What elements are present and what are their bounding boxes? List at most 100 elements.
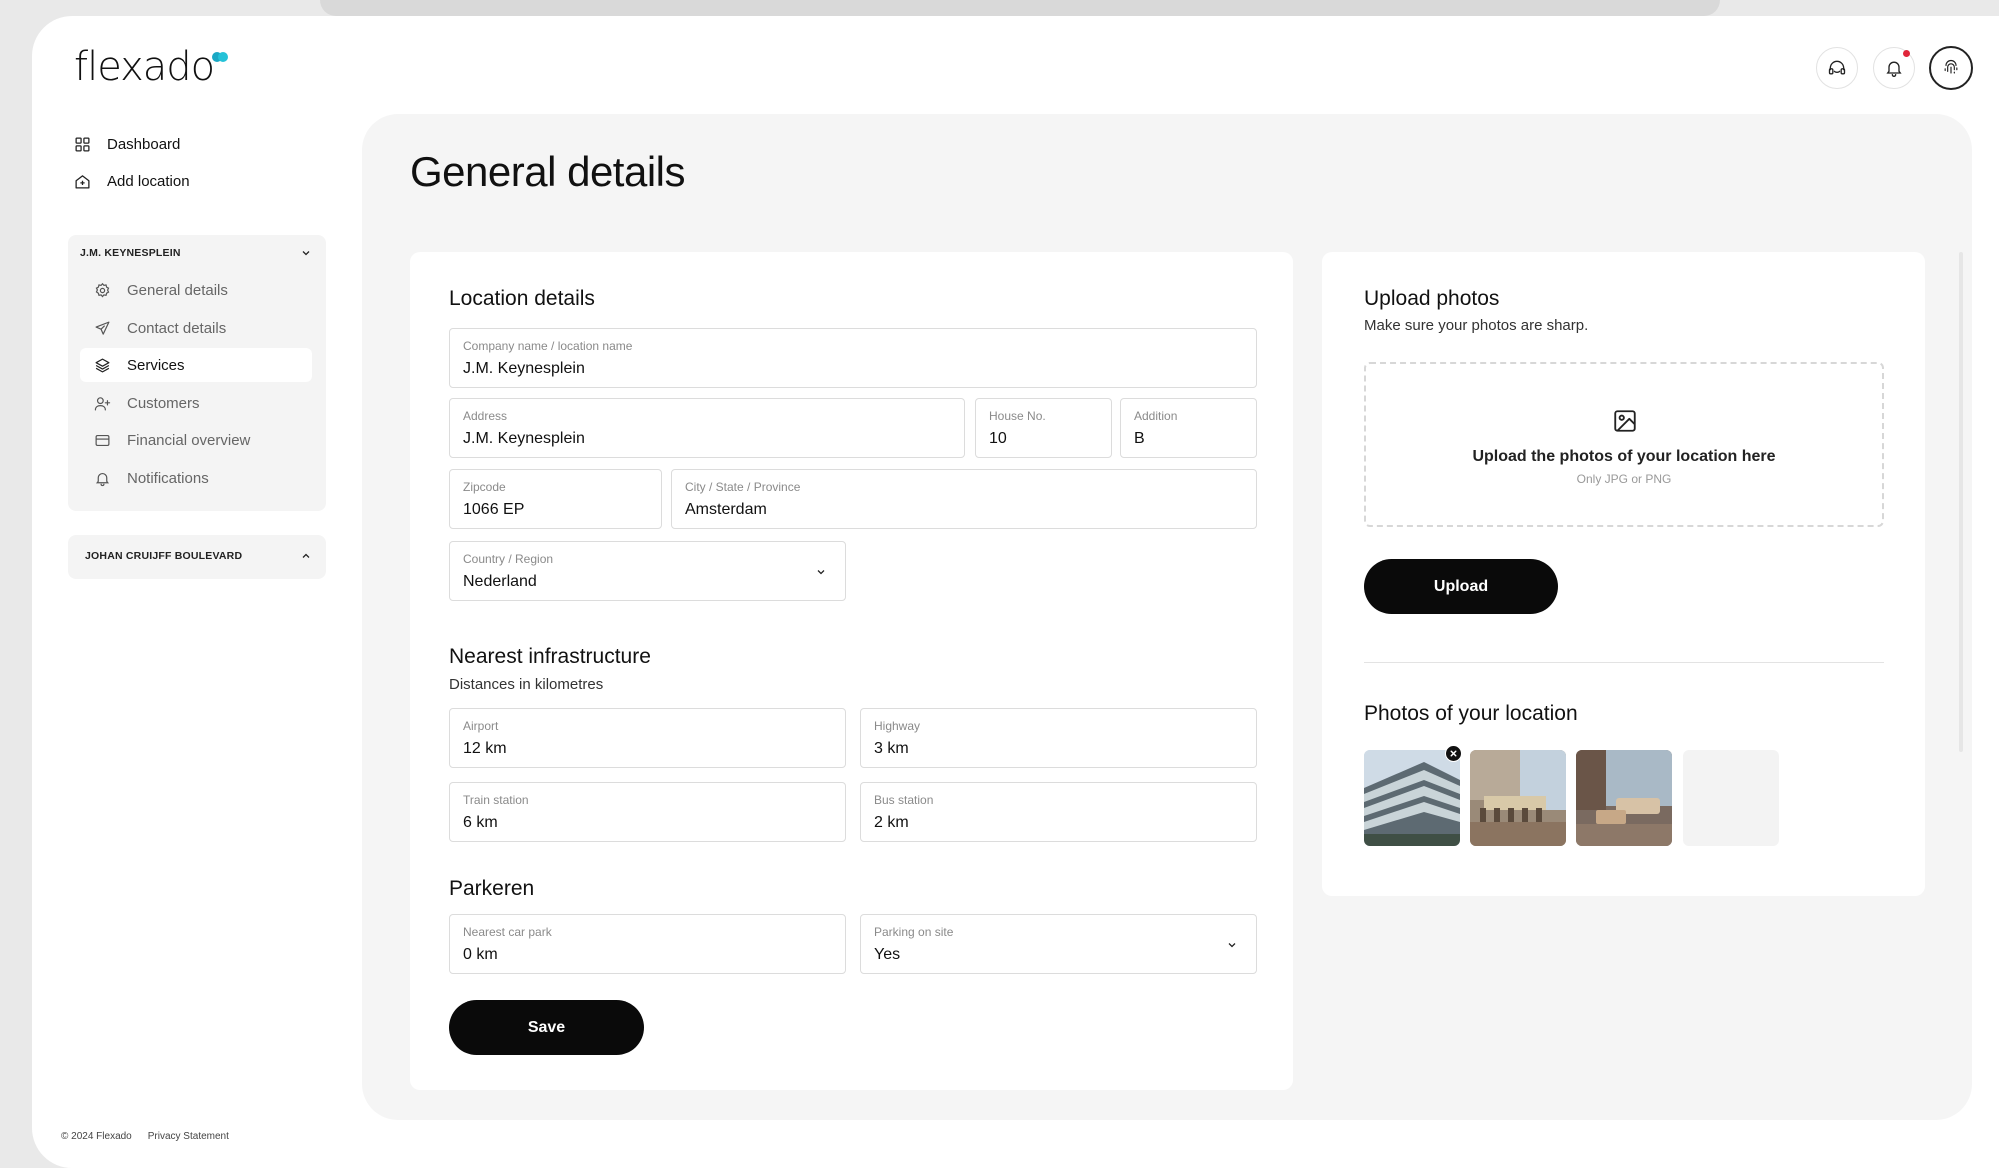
- infrastructure-subtitle: Distances in kilometres: [449, 676, 604, 693]
- field-value: 10: [989, 430, 1007, 447]
- scrollbar[interactable]: [1959, 252, 1963, 752]
- gear-icon: [95, 282, 110, 297]
- support-button[interactable]: [1816, 47, 1858, 89]
- fingerprint-icon: [1944, 59, 1958, 74]
- address-field[interactable]: Address J.M. Keynesplein: [449, 398, 965, 458]
- notification-dot: [1903, 50, 1910, 57]
- group-title: JOHAN CRUIJFF BOULEVARD: [85, 550, 243, 562]
- notifications-button[interactable]: [1873, 47, 1915, 89]
- dropzone-text: Upload the photos of your location here: [1472, 448, 1776, 465]
- home-plus-icon: [75, 175, 90, 189]
- airport-field[interactable]: Airport 12 km: [449, 708, 846, 768]
- country-select[interactable]: Country / Region Nederland: [449, 541, 846, 601]
- house-number-field[interactable]: House No. 10: [975, 398, 1112, 458]
- field-label: Nearest car park: [463, 925, 552, 939]
- nav-dashboard-label: Dashboard: [107, 136, 181, 153]
- logo-mark-icon: [212, 52, 230, 62]
- upload-title: Upload photos: [1364, 287, 1500, 310]
- profile-button[interactable]: [1929, 46, 1973, 90]
- logo[interactable]: flexado: [74, 44, 215, 90]
- field-value: 6 km: [463, 814, 498, 831]
- zipcode-field[interactable]: Zipcode 1066 EP: [449, 469, 662, 529]
- field-label: Addition: [1134, 409, 1178, 423]
- page-title: General details: [410, 148, 686, 195]
- location-group-cruijff[interactable]: JOHAN CRUIJFF BOULEVARD: [68, 535, 326, 579]
- field-value: Yes: [874, 946, 901, 963]
- field-value: J.M. Keynesplein: [463, 360, 585, 377]
- photo-thumbnail[interactable]: [1470, 750, 1566, 846]
- sidebar-item-services[interactable]: Services: [80, 348, 312, 382]
- field-label: Company name / location name: [463, 339, 633, 353]
- nav-dashboard[interactable]: Dashboard: [74, 136, 180, 153]
- footer: © 2024 Flexado Privacy Statement: [61, 1131, 229, 1142]
- chevron-down-icon: [1228, 943, 1236, 948]
- field-label: Train station: [463, 793, 529, 807]
- copyright: © 2024 Flexado: [61, 1131, 132, 1142]
- sidebar-item-label: Customers: [127, 394, 200, 412]
- sidebar-item-contact-details[interactable]: Contact details: [80, 311, 312, 345]
- group-title: J.M. KEYNESPLEIN: [80, 247, 181, 259]
- field-label: Country / Region: [463, 552, 554, 566]
- headset-icon: [1828, 60, 1846, 75]
- addition-field[interactable]: Addition B: [1120, 398, 1257, 458]
- group-header[interactable]: J.M. KEYNESPLEIN: [80, 247, 312, 259]
- bus-station-field[interactable]: Bus station 2 km: [860, 782, 1257, 842]
- sidebar-item-financial-overview[interactable]: Financial overview: [80, 423, 312, 457]
- sidebar-item-label: Services: [127, 356, 185, 374]
- sidebar-item-general-details[interactable]: General details: [80, 273, 312, 307]
- divider: [1364, 662, 1884, 663]
- field-value: 3 km: [874, 740, 909, 757]
- sidebar-item-label: Notifications: [127, 469, 209, 487]
- credit-card-icon: [95, 434, 110, 446]
- image-icon: [1614, 410, 1636, 432]
- field-label: Parking on site: [874, 925, 954, 939]
- field-value: 12 km: [463, 740, 507, 757]
- field-label: Address: [463, 409, 508, 423]
- dropzone-hint: Only JPG or PNG: [1576, 472, 1672, 486]
- infrastructure-title: Nearest infrastructure: [449, 645, 651, 668]
- nav-add-location[interactable]: Add location: [74, 173, 190, 190]
- photo-dropzone[interactable]: Upload the photos of your location here …: [1364, 362, 1884, 527]
- background-tab: [320, 0, 1720, 16]
- location-group-keynesplein: J.M. KEYNESPLEIN General details Contact…: [68, 235, 326, 511]
- group-header[interactable]: JOHAN CRUIJFF BOULEVARD: [85, 550, 312, 562]
- close-icon: [1450, 750, 1457, 757]
- bell-icon: [1886, 61, 1902, 77]
- sidebar-item-label: Contact details: [127, 319, 227, 337]
- field-label: Zipcode: [463, 480, 506, 494]
- company-name-field[interactable]: Company name / location name J.M. Keynes…: [449, 328, 1257, 388]
- city-field[interactable]: City / State / Province Amsterdam: [671, 469, 1257, 529]
- field-value: Amsterdam: [685, 501, 767, 518]
- lounge-photo: [1576, 750, 1672, 846]
- privacy-link[interactable]: Privacy Statement: [148, 1131, 229, 1142]
- save-button[interactable]: Save: [449, 1000, 644, 1055]
- photo-thumbnail[interactable]: [1576, 750, 1672, 846]
- layers-icon: [95, 358, 110, 372]
- field-label: City / State / Province: [685, 480, 801, 494]
- photos-title: Photos of your location: [1364, 702, 1578, 725]
- location-details-title: Location details: [449, 287, 595, 310]
- field-label: Bus station: [874, 793, 934, 807]
- highway-field[interactable]: Highway 3 km: [860, 708, 1257, 768]
- field-label: Airport: [463, 719, 499, 733]
- sidebar-item-notifications[interactable]: Notifications: [80, 461, 312, 495]
- chevron-down-icon: [302, 251, 310, 256]
- field-value: B: [1134, 430, 1145, 447]
- remove-photo-button[interactable]: [1445, 745, 1462, 762]
- chevron-down-icon: [817, 570, 825, 575]
- send-icon: [95, 321, 110, 335]
- field-value: 2 km: [874, 814, 909, 831]
- train-station-field[interactable]: Train station 6 km: [449, 782, 846, 842]
- sidebar-item-customers[interactable]: Customers: [80, 386, 312, 420]
- field-value: 1066 EP: [463, 501, 525, 518]
- photo-thumbnail[interactable]: [1364, 750, 1460, 846]
- nearest-car-park-field[interactable]: Nearest car park 0 km: [449, 914, 846, 974]
- building-photo: [1364, 750, 1460, 846]
- nav-add-location-label: Add location: [107, 173, 190, 190]
- sidebar-item-label: General details: [127, 281, 228, 299]
- upload-subtitle: Make sure your photos are sharp.: [1364, 317, 1589, 334]
- upload-button[interactable]: Upload: [1364, 559, 1558, 614]
- user-plus-icon: [94, 396, 111, 410]
- field-value: Nederland: [463, 573, 537, 590]
- parking-on-site-select[interactable]: Parking on site Yes: [860, 914, 1257, 974]
